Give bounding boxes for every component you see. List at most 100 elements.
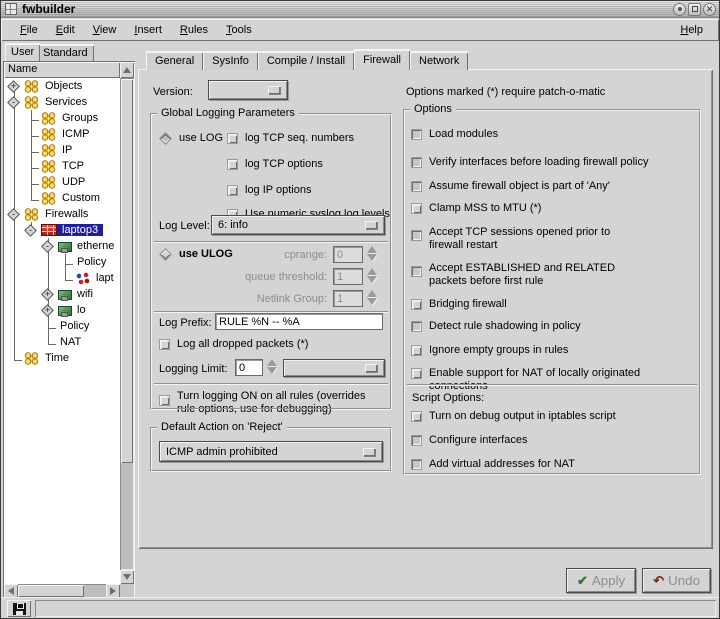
vertical-scrollbar[interactable] [120,78,134,570]
checkbox-icon[interactable] [411,368,422,379]
save-button[interactable] [7,600,31,617]
menu-edit[interactable]: Edit [47,22,84,38]
debug-output-checkbox[interactable]: Turn on debug output in iptables script [411,410,616,423]
radio-icon[interactable] [159,132,172,145]
tab-user[interactable]: User [5,43,40,61]
tree-item-services[interactable]: - Services [4,94,120,110]
tab-compile-install[interactable]: Compile / Install [258,51,354,70]
netlink-group-spin-arrows[interactable] [366,290,378,305]
checkbox-icon[interactable] [411,345,422,356]
checkbox-icon[interactable] [227,159,238,170]
tab-general[interactable]: General [146,51,203,70]
default-action-combobox[interactable]: ICMP admin prohibited [159,441,383,462]
tree-item-firewalls[interactable]: - Firewalls [4,206,120,222]
cprange-spinbox[interactable]: 0 [333,246,363,263]
queue-threshold-spin-arrows[interactable] [366,268,378,283]
menu-view[interactable]: View [84,22,126,38]
tree-item-policy[interactable]: Policy [4,318,120,334]
use-log-radio[interactable]: use LOG [159,132,223,145]
menu-tools[interactable]: Tools [217,22,261,38]
checkbox-icon[interactable] [411,435,422,446]
logging-limit-combobox[interactable] [283,359,385,377]
titlebar[interactable]: fwbuilder ✕ [1,1,719,18]
log-tcp-seq-checkbox[interactable]: log TCP seq. numbers [227,132,354,145]
use-ulog-radio[interactable]: use ULOG [159,248,233,261]
expander-icon[interactable]: - [7,208,20,221]
logging-limit-spin-arrows[interactable] [266,359,278,374]
logging-limit-spinbox[interactable]: 0 [235,359,263,376]
log-level-combobox[interactable]: 6: info [211,215,385,235]
menu-insert[interactable]: Insert [125,22,171,38]
tree-item-nat[interactable]: NAT [4,334,120,350]
detect-shadowing-checkbox[interactable]: Detect rule shadowing in policy [411,320,581,333]
menu-rules[interactable]: Rules [171,22,217,38]
tree-column-header[interactable]: Name [4,62,120,78]
accept-tcp-sessions-checkbox[interactable]: Accept TCP sessions opened prior to fire… [411,226,610,252]
checkbox-icon[interactable] [411,129,422,140]
assume-firewall-any-checkbox[interactable]: Assume firewall object is part of 'Any' [411,180,610,193]
cprange-spin-arrows[interactable] [366,246,378,261]
tree-item-laptop3[interactable]: - laptop3 [4,222,120,238]
checkbox-icon[interactable] [227,133,238,144]
queue-threshold-spinbox[interactable]: 1 [333,268,363,285]
vertical-scroll-thumb[interactable] [121,79,133,463]
horizontal-scroll-thumb[interactable] [18,585,84,597]
verify-interfaces-checkbox[interactable]: Verify interfaces before loading firewal… [411,156,649,169]
netlink-group-spinbox[interactable]: 1 [333,290,363,307]
tree-item-tcp[interactable]: TCP [4,158,120,174]
tree-item-icmp[interactable]: ICMP [4,126,120,142]
tree-item-time[interactable]: Time [4,350,120,366]
checkbox-icon[interactable] [411,411,422,422]
version-combobox[interactable] [208,80,288,100]
configure-interfaces-checkbox[interactable]: Configure interfaces [411,434,527,447]
tree-item-udp[interactable]: UDP [4,174,120,190]
checkbox-icon[interactable] [227,185,238,196]
checkbox-icon[interactable] [411,299,422,310]
menu-help[interactable]: Help [674,22,709,38]
scroll-up-arrow[interactable] [120,62,134,78]
scroll-down-arrow[interactable] [120,570,134,584]
log-prefix-input[interactable] [215,313,383,330]
expander-icon[interactable]: + [7,80,20,93]
bridging-firewall-checkbox[interactable]: Bridging firewall [411,298,507,311]
ignore-empty-groups-checkbox[interactable]: Ignore empty groups in rules [411,344,568,357]
tree-item-ip[interactable]: IP [4,142,120,158]
tree-item-ethernet[interactable]: - etherne [4,238,120,254]
checkbox-icon[interactable] [411,321,422,332]
checkbox-icon[interactable] [159,395,170,406]
scroll-right-arrow[interactable] [106,584,120,598]
tree-item-lo[interactable]: + lo [4,302,120,318]
checkbox-icon[interactable] [411,157,422,168]
expander-icon[interactable]: + [41,288,54,301]
log-ip-options-checkbox[interactable]: log IP options [227,184,311,197]
tree-item-laptop-addr[interactable]: lapt [4,270,120,286]
add-virtual-addresses-checkbox[interactable]: Add virtual addresses for NAT [411,458,575,471]
apply-button[interactable]: ✔ Apply [566,568,636,593]
tab-sysinfo[interactable]: SysInfo [203,51,258,70]
checkbox-icon[interactable] [159,339,170,350]
checkbox-icon[interactable] [411,459,422,470]
tab-network[interactable]: Network [410,51,468,70]
checkbox-icon[interactable] [411,230,422,241]
tab-standard[interactable]: Standard [37,44,94,61]
close-button[interactable]: ✕ [703,3,716,16]
menu-file[interactable]: File [11,22,47,38]
undo-button[interactable]: ↶ Undo [642,568,711,593]
maximize-button[interactable] [688,3,701,16]
checkbox-icon[interactable] [411,266,422,277]
checkbox-icon[interactable] [411,181,422,192]
load-modules-checkbox[interactable]: Load modules [411,128,498,141]
accept-established-checkbox[interactable]: Accept ESTABLISHED and RELATED packets b… [411,262,615,288]
nat-local-connections-checkbox[interactable]: Enable support for NAT of locally origin… [411,367,700,393]
tree-item-groups[interactable]: Groups [4,110,120,126]
scroll-left-arrow[interactable] [4,584,18,598]
clamp-mss-checkbox[interactable]: Clamp MSS to MTU (*) [411,202,541,215]
expander-icon[interactable]: - [41,240,54,253]
tree-item-custom[interactable]: Custom [4,190,120,206]
tree-item-objects[interactable]: + Objects [4,78,120,94]
log-tcp-options-checkbox[interactable]: log TCP options [227,158,323,171]
turn-logging-on-checkbox[interactable]: Turn logging ON on all rules (overrides … [159,390,366,416]
radio-icon[interactable] [159,248,172,261]
checkbox-icon[interactable] [411,203,422,214]
expander-icon[interactable]: - [24,224,37,237]
